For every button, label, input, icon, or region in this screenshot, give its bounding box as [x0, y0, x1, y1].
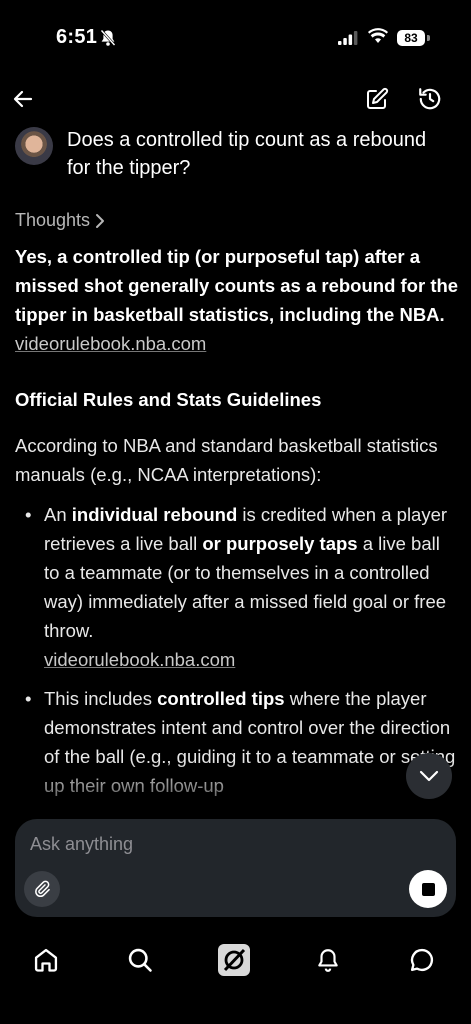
history-button[interactable] — [415, 84, 445, 114]
home-icon — [34, 948, 58, 972]
tab-search[interactable] — [120, 940, 160, 980]
bullet-text: This includes — [44, 688, 158, 709]
tab-home[interactable] — [26, 940, 66, 980]
bullet-bold-text: controlled tips — [157, 688, 285, 709]
section-title: Official Rules and Stats Guidelines — [15, 389, 322, 410]
attach-button[interactable] — [24, 871, 60, 907]
thoughts-label: Thoughts — [15, 210, 91, 230]
back-button[interactable] — [8, 84, 38, 114]
ask-input[interactable] — [28, 833, 412, 856]
search-icon — [128, 948, 152, 972]
bullet-text: An — [44, 504, 72, 525]
grok-icon — [218, 944, 250, 976]
composer — [15, 819, 456, 917]
answer-summary: Yes, a controlled tip (or purposeful tap… — [15, 242, 460, 358]
intro-paragraph: According to NBA and standard basketball… — [15, 435, 438, 485]
tab-messages[interactable] — [402, 940, 442, 980]
new-chat-button[interactable] — [362, 84, 392, 114]
tab-grok[interactable] — [214, 940, 254, 980]
user-question: Does a controlled tip count as a rebound… — [67, 129, 427, 179]
edit-icon — [367, 87, 389, 109]
tab-notifications[interactable] — [308, 940, 348, 980]
content-fade — [0, 760, 471, 820]
thoughts-toggle[interactable]: Thoughts — [15, 210, 106, 231]
status-bar: 6:51 83 — [0, 0, 471, 78]
scroll-to-bottom-button[interactable] — [406, 753, 452, 799]
user-avatar — [15, 127, 53, 165]
history-icon — [419, 88, 441, 110]
chevron-right-icon — [96, 213, 105, 228]
notifications-icon — [318, 949, 338, 972]
bullet-dot: • — [25, 688, 32, 709]
stop-icon — [421, 882, 435, 896]
battery-cap — [427, 35, 430, 41]
bell-off-icon — [100, 29, 116, 52]
battery-indicator: 83 — [397, 30, 425, 46]
messages-icon — [410, 948, 434, 972]
bottom-tab-bar — [0, 930, 471, 990]
answer-text: Yes, a controlled tip (or purposeful tap… — [15, 246, 459, 325]
paperclip-icon — [35, 880, 50, 898]
wifi-icon — [368, 28, 388, 49]
bullet-bold-text: or purposely taps — [202, 533, 358, 554]
bullet-dot: • — [25, 504, 32, 525]
chevron-down-icon — [419, 770, 439, 782]
bullet-bold-text: individual rebound — [71, 504, 238, 525]
status-time: 6:51 — [56, 26, 98, 48]
stop-generating-button[interactable] — [409, 870, 447, 908]
source-link[interactable]: videorulebook.nba.com — [44, 649, 235, 670]
cellular-signal-icon — [338, 31, 358, 50]
list-item: • An individual rebound is credited when… — [15, 500, 460, 674]
arrow-left-icon — [13, 90, 33, 108]
source-link[interactable]: videorulebook.nba.com — [15, 333, 206, 354]
